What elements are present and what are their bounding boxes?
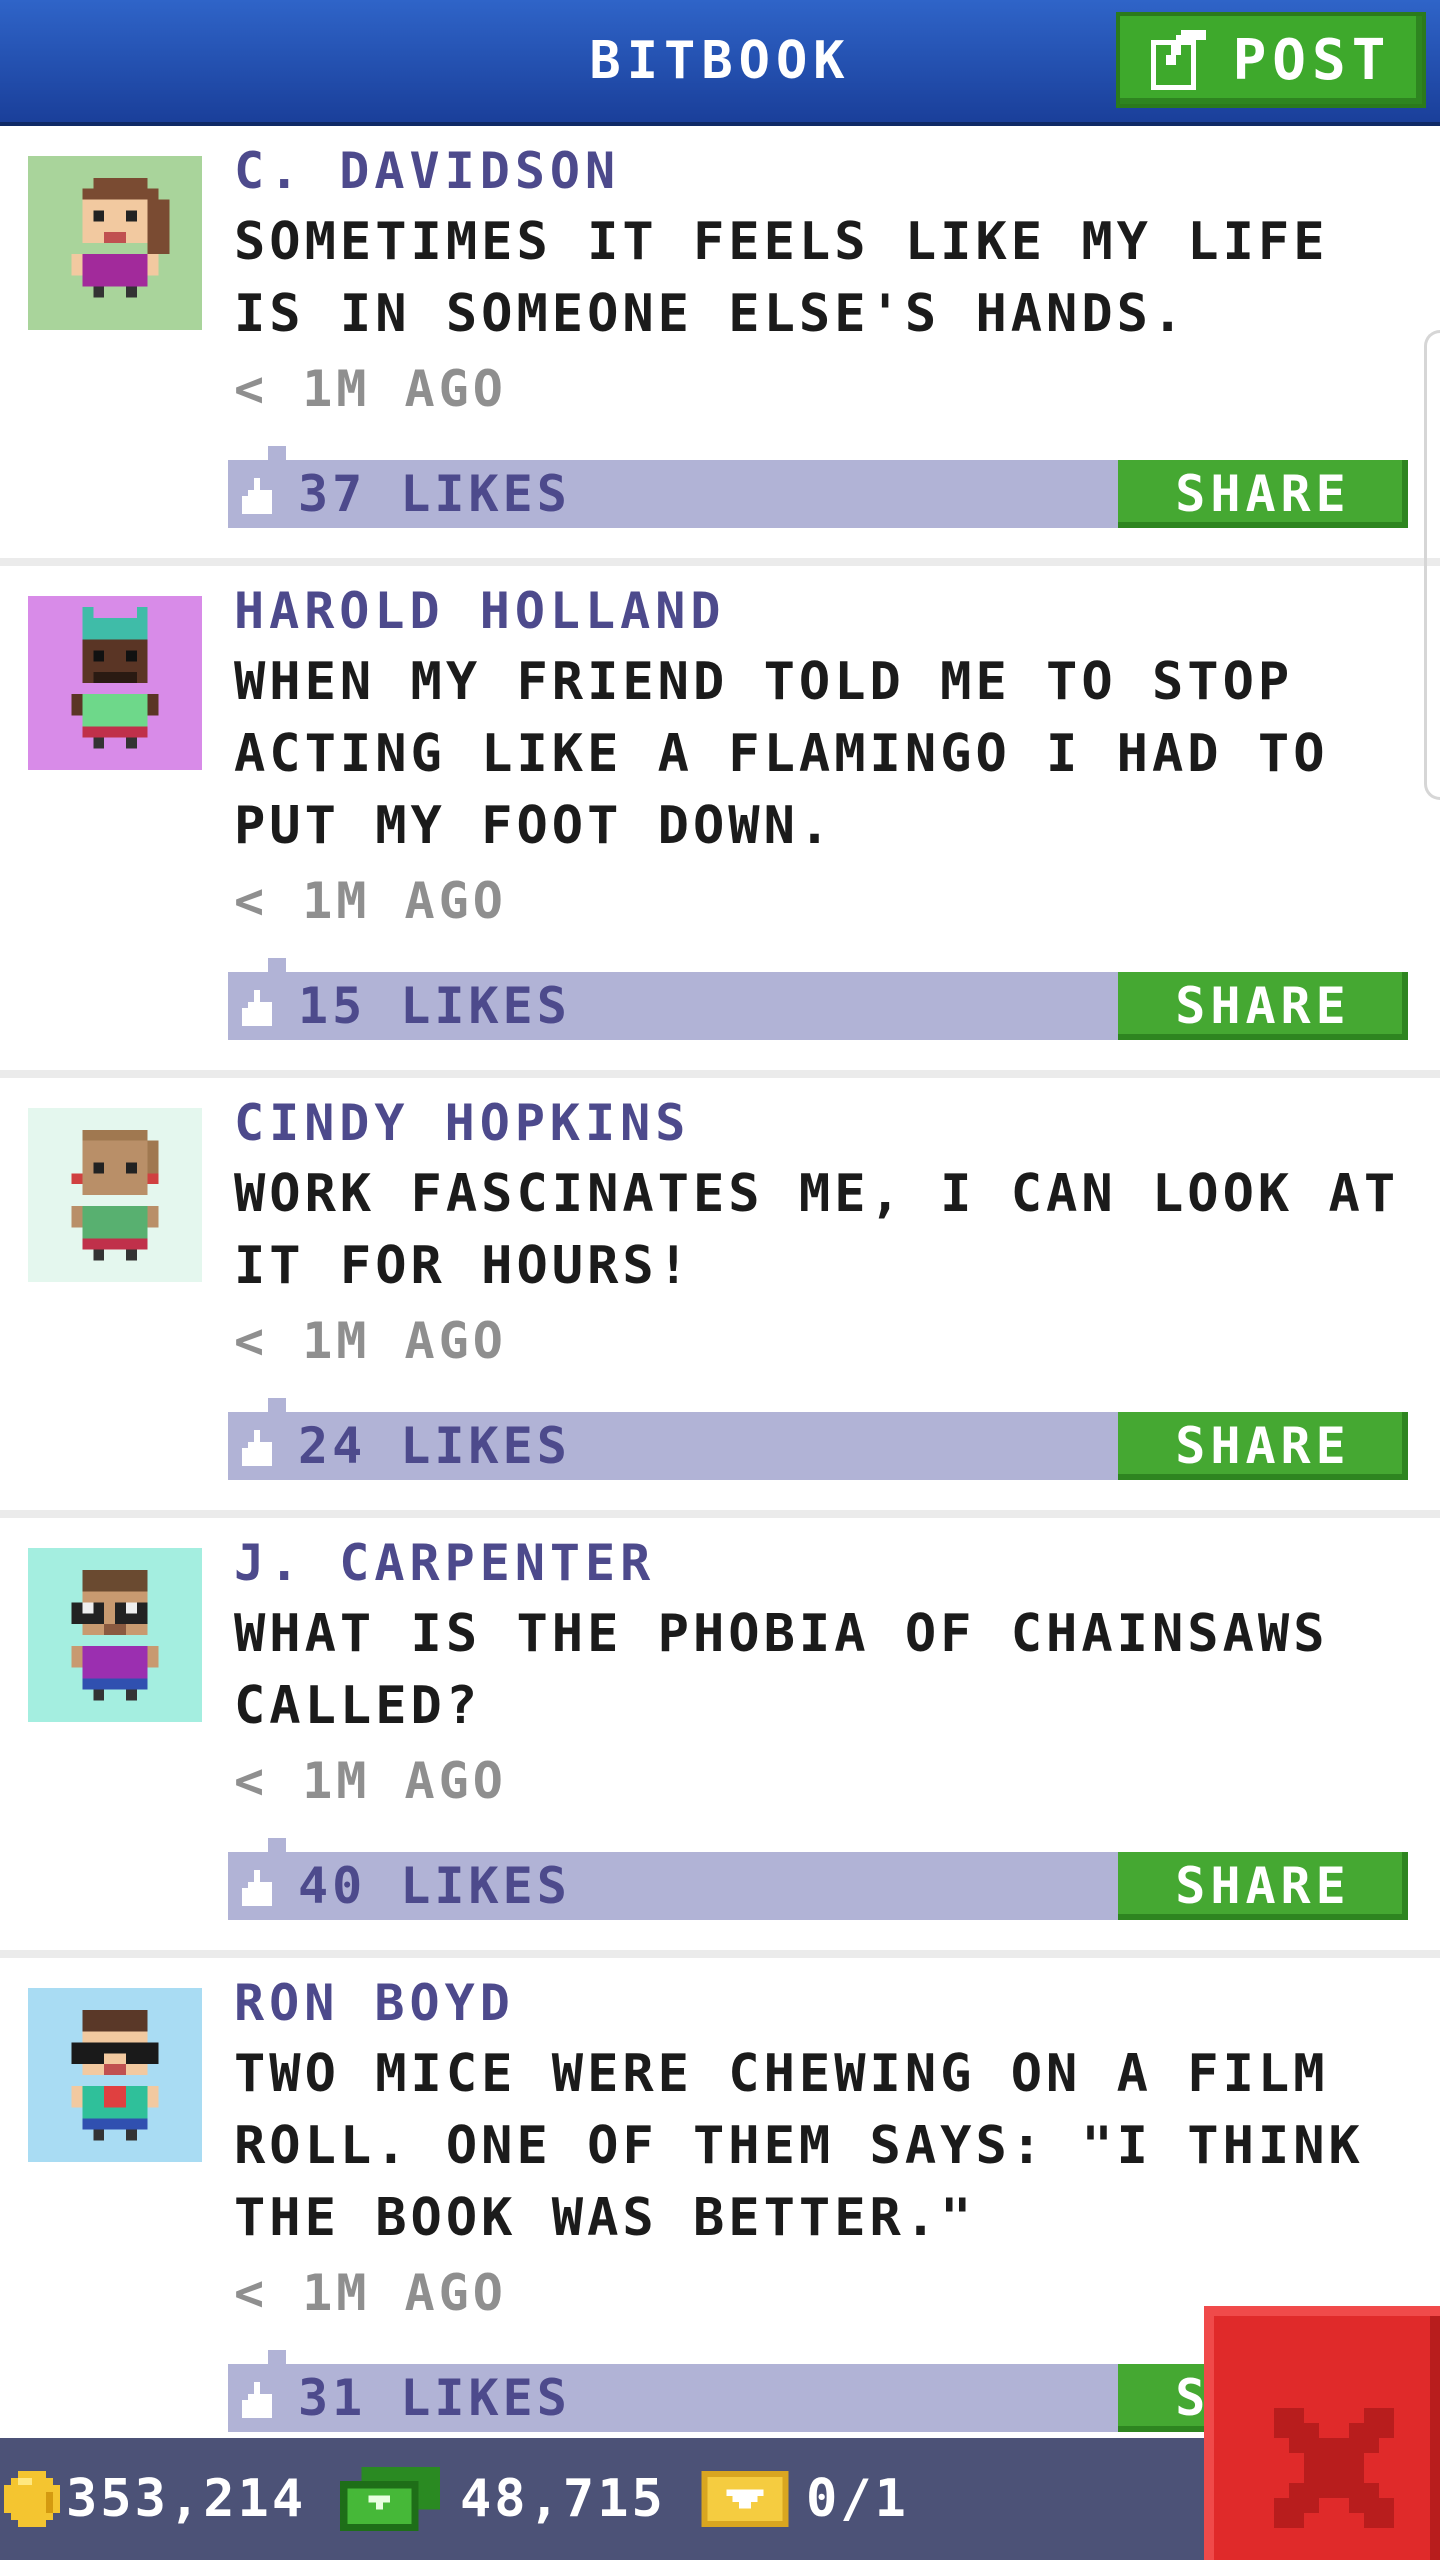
post-author[interactable]: CINDY HOPKINS	[234, 1094, 690, 1152]
share-button[interactable]: SHARE	[1118, 1852, 1408, 1920]
feed-list: C. DAVIDSON SOMETIMES IT FEELS LIKE MY L…	[0, 126, 1440, 2478]
post-text: SOMETIMES IT FEELS LIKE MY LIFE IS IN SO…	[234, 212, 1329, 344]
post-time: < 1M AGO	[234, 1312, 507, 1370]
post-text: WHAT IS THE PHOBIA OF CHAINSAWS CALLED?	[234, 1604, 1329, 1736]
avatar[interactable]	[28, 1548, 202, 1722]
bux-stat: 48,715	[340, 2438, 666, 2560]
thumbs-up-icon	[242, 478, 272, 514]
close-button[interactable]	[1204, 2306, 1440, 2560]
likes-count[interactable]: 24 LIKES	[298, 1412, 571, 1480]
post-author[interactable]: J. CARPENTER	[234, 1534, 655, 1592]
thumbs-up-icon	[242, 2382, 272, 2418]
post-time: < 1M AGO	[234, 360, 507, 418]
app-header: BITBOOK POST	[0, 0, 1440, 126]
post-label: POST	[1232, 27, 1392, 93]
share-button[interactable]: SHARE	[1118, 1412, 1408, 1480]
likes-count[interactable]: 37 LIKES	[298, 460, 571, 528]
likes-count[interactable]: 15 LIKES	[298, 972, 571, 1040]
post-author[interactable]: HAROLD HOLLAND	[234, 582, 725, 640]
post-author[interactable]: C. DAVIDSON	[234, 142, 620, 200]
share-button[interactable]: SHARE	[1118, 460, 1408, 528]
post-time: < 1M AGO	[234, 2264, 507, 2322]
close-icon	[1274, 2408, 1394, 2528]
avatar[interactable]	[28, 1108, 202, 1282]
post-text: WHEN MY FRIEND TOLD ME TO STOP ACTING LI…	[234, 652, 1329, 856]
like-bar: 24 LIKES SHARE	[228, 1398, 1408, 1480]
like-bar: 15 LIKES SHARE	[228, 958, 1408, 1040]
thumbs-up-icon	[242, 990, 272, 1026]
like-bar: 40 LIKES SHARE	[228, 1838, 1408, 1920]
tickets-stat: 0/1	[700, 2438, 909, 2560]
likes-count[interactable]: 31 LIKES	[298, 2364, 571, 2432]
coins-stat: 353,214	[4, 2438, 306, 2560]
share-button[interactable]: SHARE	[1118, 972, 1408, 1040]
avatar[interactable]	[28, 156, 202, 330]
avatar[interactable]	[28, 596, 202, 770]
coin-icon	[4, 2471, 60, 2527]
ticket-icon	[701, 2471, 789, 2527]
tickets-value: 0/1	[806, 2469, 909, 2529]
thumbs-up-icon	[242, 1870, 272, 1906]
coins-value: 353,214	[66, 2469, 307, 2529]
post-author[interactable]: RON BOYD	[234, 1974, 515, 2032]
like-bar: 37 LIKES SHARE	[228, 446, 1408, 528]
post-text: TWO MICE WERE CHEWING ON A FILM ROLL. ON…	[234, 2044, 1364, 2248]
likes-count[interactable]: 40 LIKES	[298, 1852, 571, 1920]
bux-value: 48,715	[460, 2469, 666, 2529]
avatar[interactable]	[28, 1988, 202, 2162]
feed-post: CINDY HOPKINS WORK FASCINATES ME, I CAN …	[0, 1078, 1440, 1518]
feed-post: C. DAVIDSON SOMETIMES IT FEELS LIKE MY L…	[0, 126, 1440, 566]
feed-post: J. CARPENTER WHAT IS THE PHOBIA OF CHAIN…	[0, 1518, 1440, 1958]
post-time: < 1M AGO	[234, 1752, 507, 1810]
post-button[interactable]: POST	[1116, 12, 1426, 108]
scroll-indicator[interactable]	[1424, 330, 1440, 800]
feed-post: HAROLD HOLLAND WHEN MY FRIEND TOLD ME TO…	[0, 566, 1440, 1078]
cash-icon	[340, 2467, 440, 2531]
edit-icon	[1150, 30, 1206, 90]
post-time: < 1M AGO	[234, 872, 507, 930]
thumbs-up-icon	[242, 1430, 272, 1466]
post-text: WORK FASCINATES ME, I CAN LOOK AT IT FOR…	[234, 1164, 1400, 1296]
